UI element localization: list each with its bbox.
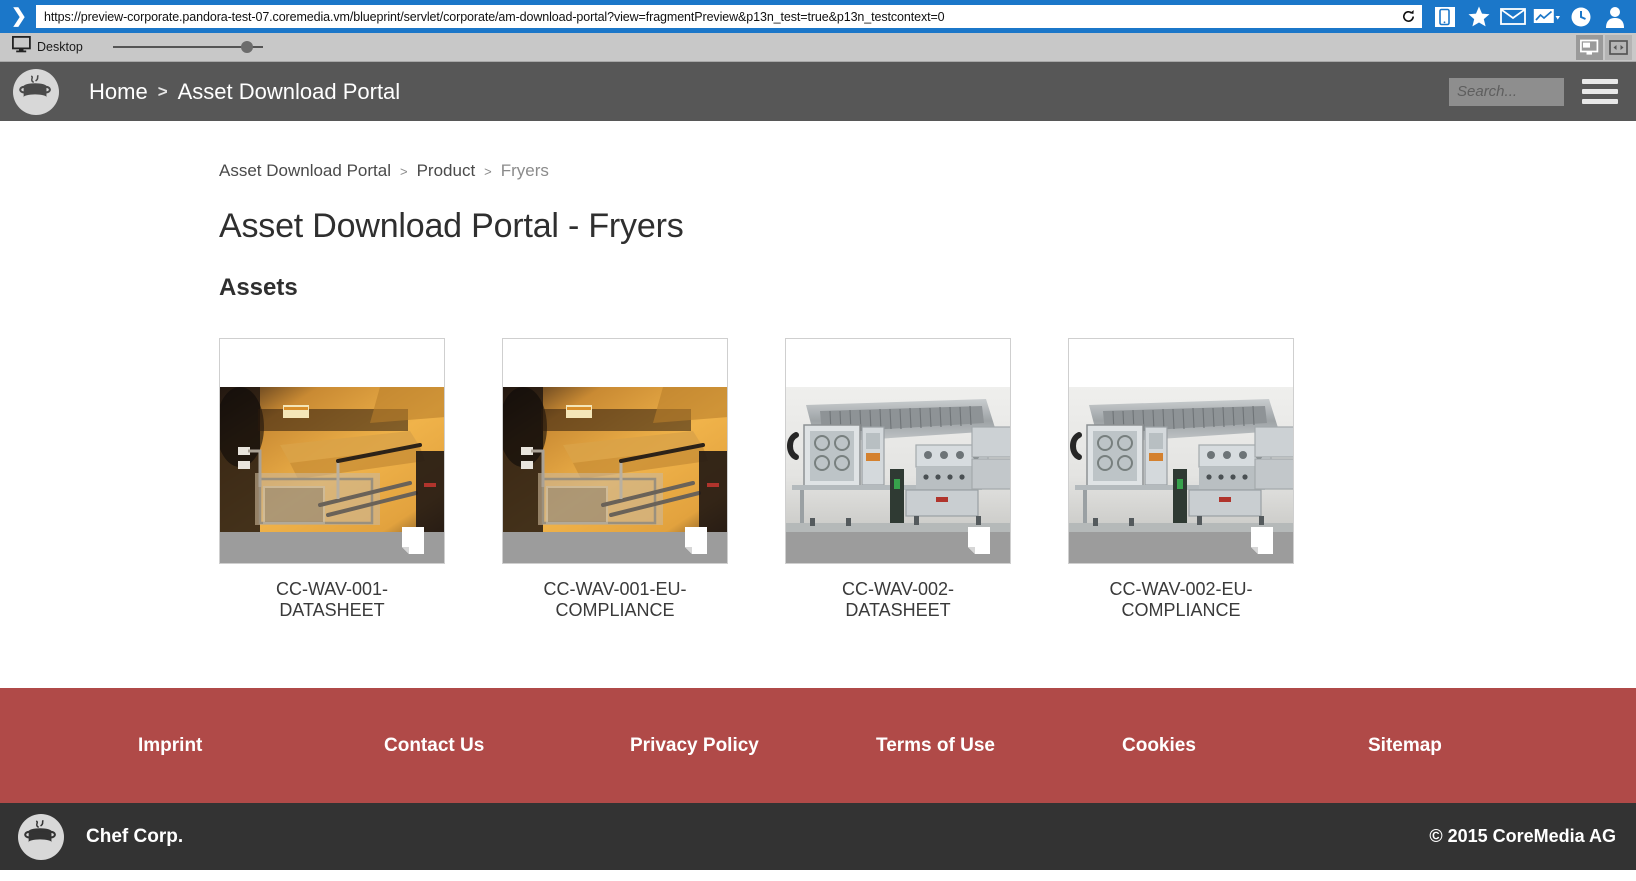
header-breadcrumb-item-asset-download-portal[interactable]: Asset Download Portal: [178, 79, 401, 105]
chef-corp-pot-logo[interactable]: [18, 813, 64, 860]
history-clock-icon[interactable]: [1564, 0, 1598, 33]
header-actions: [1449, 62, 1636, 121]
footer-link-sitemap[interactable]: Sitemap: [1368, 735, 1442, 756]
header-breadcrumb: Home > Asset Download Portal: [89, 79, 400, 105]
site-header: Home > Asset Download Portal: [0, 62, 1636, 121]
asset-card[interactable]: CC-WAV-001-EU- COMPLIANCE: [502, 338, 728, 621]
footer-link-cookies[interactable]: Cookies: [1122, 735, 1196, 756]
footer-brand-name: Chef Corp.: [86, 825, 184, 847]
document-icon: [402, 527, 424, 554]
chef-corp-pot-logo[interactable]: [13, 68, 59, 115]
desktop-monitor-icon: [11, 35, 31, 58]
footer-bottom-bar: Chef Corp. © 2015 CoreMedia AG: [0, 803, 1636, 870]
asset-image-kitchen: [1069, 387, 1293, 534]
breadcrumb-item-fryers: Fryers: [500, 161, 549, 180]
user-account-icon[interactable]: [1598, 0, 1632, 33]
reload-icon[interactable]: [1395, 6, 1421, 28]
header-breadcrumb-item-home[interactable]: Home: [89, 79, 148, 105]
asset-thumbnail[interactable]: [219, 338, 445, 564]
asset-label: CC-WAV-001- DATASHEET: [275, 579, 389, 621]
slider-knob[interactable]: [240, 41, 253, 53]
asset-thumbnail[interactable]: [1068, 338, 1294, 564]
asset-thumbnail[interactable]: [785, 338, 1011, 564]
asset-label: CC-WAV-002-EU- COMPLIANCE: [1109, 579, 1253, 621]
search-box[interactable]: [1449, 77, 1636, 106]
breadcrumb-item-product[interactable]: Product: [417, 161, 476, 181]
breadcrumb-separator-icon: >: [484, 163, 492, 179]
section-title-assets: Assets: [219, 274, 298, 301]
document-icon: [1251, 527, 1273, 554]
asset-label: CC-WAV-001-EU- COMPLIANCE: [543, 579, 687, 621]
breadcrumb-item-asset-download-portal[interactable]: Asset Download Portal: [219, 161, 391, 181]
breadcrumb-separator-icon: >: [157, 81, 168, 101]
breadcrumb-separator-icon: >: [399, 163, 408, 179]
page-title: Asset Download Portal - Fryers: [219, 207, 684, 245]
zoom-slider[interactable]: [112, 37, 263, 57]
document-icon: [685, 527, 707, 554]
asset-label: CC-WAV-002- DATASHEET: [841, 579, 955, 621]
footer-link-imprint[interactable]: Imprint: [138, 735, 202, 756]
browser-toolbar: ❯ https://preview-corporate.pandora-test…: [0, 0, 1636, 33]
analytics-chart-icon[interactable]: [1530, 0, 1564, 33]
expand-chevron-button[interactable]: ❯: [4, 0, 34, 33]
asset-image-fryer: [503, 387, 727, 534]
document-icon: [968, 527, 990, 554]
address-bar[interactable]: https://preview-corporate.pandora-test-0…: [36, 5, 1422, 28]
asset-image-fryer: [220, 387, 444, 534]
copyright-text: © 2015 CoreMedia AG: [1429, 826, 1616, 846]
footer-links-bar: Imprint Contact Us Privacy Policy Terms …: [0, 688, 1636, 803]
browser-action-icons: [1424, 0, 1632, 33]
preview-toolbar: Desktop: [0, 33, 1636, 62]
breadcrumb: Asset Download Portal > Product > Fryers: [219, 161, 1636, 181]
asset-card[interactable]: CC-WAV-001- DATASHEET: [219, 338, 445, 621]
footer-link-privacy-policy[interactable]: Privacy Policy: [630, 735, 759, 756]
asset-card[interactable]: CC-WAV-002- DATASHEET: [785, 338, 1011, 621]
device-label: Desktop: [37, 40, 83, 54]
device-selector[interactable]: Desktop: [4, 35, 83, 58]
footer-link-terms-of-use[interactable]: Terms of Use: [876, 735, 995, 756]
responsive-view-button[interactable]: [1605, 35, 1632, 60]
desktop-view-button[interactable]: [1576, 35, 1603, 60]
mobile-preview-icon[interactable]: [1428, 0, 1462, 33]
footer-brand[interactable]: Chef Corp.: [13, 813, 184, 860]
url-text[interactable]: https://preview-corporate.pandora-test-0…: [37, 10, 1395, 24]
menu-hamburger-icon[interactable]: [1582, 78, 1618, 106]
asset-card[interactable]: CC-WAV-002-EU- COMPLIANCE: [1068, 338, 1294, 621]
favorite-star-icon[interactable]: [1462, 0, 1496, 33]
footer-link-contact-us[interactable]: Contact Us: [384, 735, 484, 756]
mail-icon[interactable]: [1496, 0, 1530, 33]
asset-image-kitchen: [786, 387, 1010, 534]
asset-thumbnail[interactable]: [502, 338, 728, 564]
asset-grid: CC-WAV-001- DATASHEET CC-WAV-001-EU- COM…: [219, 338, 1636, 621]
preview-mode-buttons: [1576, 35, 1632, 60]
main-content: Asset Download Portal > Product > Fryers…: [0, 121, 1636, 688]
